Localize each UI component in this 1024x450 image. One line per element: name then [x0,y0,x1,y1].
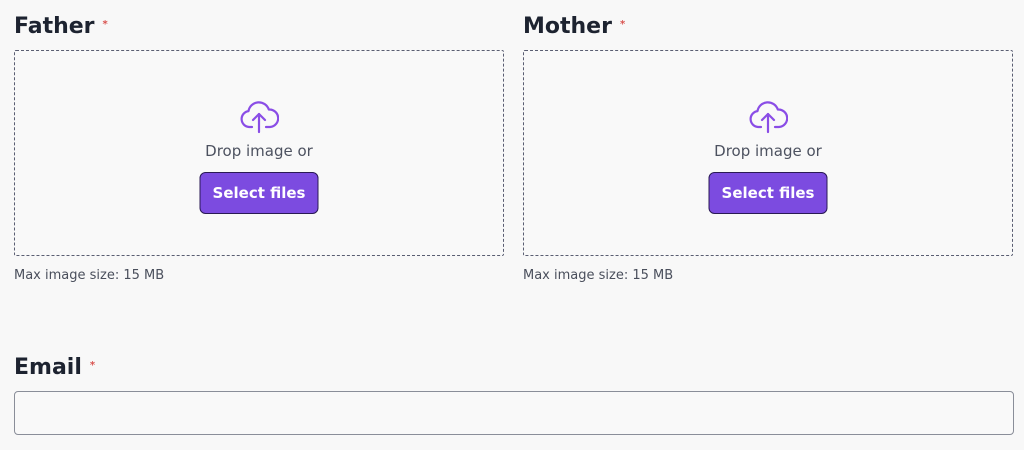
father-drop-text: Drop image or [205,142,313,160]
father-size-hint: Max image size: 15 MB [14,268,165,283]
email-label-text: Email [14,355,82,380]
required-marker: * [89,360,96,371]
mother-select-files-button[interactable]: Select files [708,172,828,214]
cloud-upload-icon [240,101,279,134]
mother-label-text: Mother [523,14,612,39]
email-label: Email * [14,357,95,379]
mother-label: Mother * [523,16,625,38]
cloud-upload-icon [749,101,788,134]
required-marker: * [619,19,626,30]
father-dropzone[interactable]: Drop image or Select files [14,50,504,256]
email-field[interactable] [14,391,1014,435]
required-marker: * [102,19,108,30]
father-select-files-button[interactable]: Select files [199,172,319,214]
mother-drop-text: Drop image or [714,142,822,160]
father-label-text: Father [14,14,95,39]
mother-dropzone[interactable]: Drop image or Select files [523,50,1013,256]
father-label: Father * [14,16,108,38]
mother-size-hint: Max image size: 15 MB [523,268,674,283]
